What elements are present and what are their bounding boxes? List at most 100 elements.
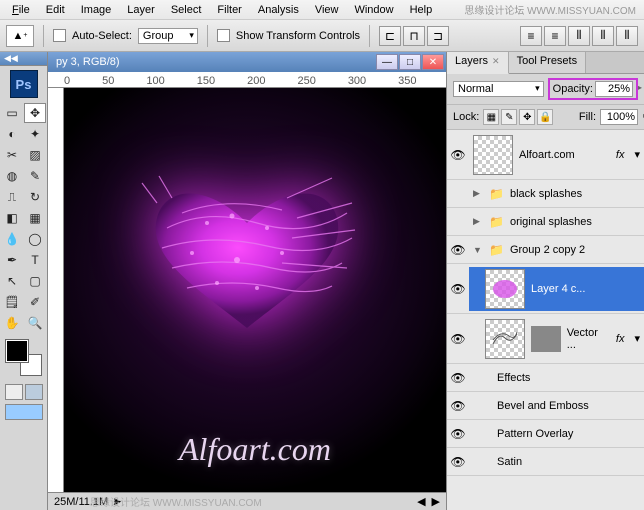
visibility-icon[interactable]: 👁: [447, 399, 469, 413]
effect-row[interactable]: 👁 Bevel and Emboss: [447, 392, 644, 420]
expand-icon[interactable]: ▶: [473, 188, 483, 199]
chevron-down-icon[interactable]: ▾: [634, 332, 640, 345]
menu-edit[interactable]: Edit: [38, 2, 73, 18]
blur-tool[interactable]: 💧: [1, 229, 23, 249]
visibility-icon[interactable]: 👁: [447, 282, 469, 296]
chevron-down-icon[interactable]: ▾: [634, 148, 640, 161]
lasso-tool[interactable]: ◐: [1, 124, 23, 144]
toolbox-grab[interactable]: ◀◀: [0, 52, 47, 66]
color-swatches[interactable]: [6, 340, 42, 376]
layer-thumbnail[interactable]: [485, 269, 525, 309]
current-tool-indicator[interactable]: ▲+: [6, 25, 34, 47]
visibility-icon[interactable]: 👁: [447, 148, 469, 162]
standard-mode-icon[interactable]: [5, 384, 23, 400]
lock-position-icon[interactable]: ✥: [519, 109, 535, 125]
distribute-icon[interactable]: ≡: [520, 26, 542, 46]
auto-select-dropdown[interactable]: Group: [138, 28, 198, 44]
menu-view[interactable]: View: [307, 2, 347, 18]
menu-analysis[interactable]: Analysis: [250, 2, 307, 18]
marquee-tool[interactable]: ▭: [1, 103, 23, 123]
layer-row[interactable]: 👁 ▼ 📁 Group 2 copy 2: [447, 236, 644, 264]
hand-tool[interactable]: ✋: [1, 313, 23, 333]
layer-thumbnail[interactable]: [485, 319, 525, 359]
path-tool[interactable]: ↖: [1, 271, 23, 291]
layer-row[interactable]: 👁 Vector ... fx ▾: [447, 314, 644, 364]
show-transform-checkbox[interactable]: [217, 29, 230, 42]
layer-name[interactable]: Alfoart.com: [519, 149, 575, 161]
layer-name[interactable]: Layer 4 c...: [531, 283, 585, 295]
fill-field[interactable]: 100%: [600, 109, 638, 125]
gradient-tool[interactable]: ▦: [24, 208, 46, 228]
opacity-field[interactable]: 25%: [595, 81, 633, 97]
distribute-icon[interactable]: ⫴: [592, 26, 614, 46]
distribute-icon[interactable]: ≡: [544, 26, 566, 46]
visibility-icon[interactable]: 👁: [447, 332, 469, 346]
move-tool[interactable]: ✥: [24, 103, 46, 123]
pen-tool[interactable]: ✒: [1, 250, 23, 270]
fx-badge[interactable]: fx: [616, 333, 629, 345]
quickmask-mode-icon[interactable]: [25, 384, 43, 400]
layer-name[interactable]: original splashes: [510, 216, 592, 228]
menu-select[interactable]: Select: [163, 2, 210, 18]
layer-row[interactable]: ▶ 📁 black splashes: [447, 180, 644, 208]
close-tab-icon[interactable]: ✕: [492, 56, 500, 66]
scroll-right-icon[interactable]: ▶: [432, 495, 440, 508]
layer-row[interactable]: 👁 Alfoart.com fx ▾: [447, 130, 644, 180]
layer-thumbnail[interactable]: [473, 135, 513, 175]
notes-tool[interactable]: 🗒: [1, 292, 23, 312]
foreground-swatch[interactable]: [6, 340, 28, 362]
layer-row[interactable]: 👁 Layer 4 c...: [447, 264, 644, 314]
layer-name[interactable]: Group 2 copy 2: [510, 244, 585, 256]
menu-window[interactable]: Window: [346, 2, 401, 18]
canvas[interactable]: Alfoart.com: [64, 88, 446, 492]
lock-all-icon[interactable]: 🔒: [537, 109, 553, 125]
visibility-icon[interactable]: 👁: [447, 243, 469, 257]
minimize-button[interactable]: —: [376, 54, 398, 70]
crop-tool[interactable]: ✂: [1, 145, 23, 165]
slice-tool[interactable]: ▨: [24, 145, 46, 165]
wand-tool[interactable]: ✦: [24, 124, 46, 144]
align-icon[interactable]: ⊓: [403, 26, 425, 46]
close-button[interactable]: ✕: [422, 54, 444, 70]
dodge-tool[interactable]: ◯: [24, 229, 46, 249]
toolpresets-tab[interactable]: Tool Presets: [509, 52, 587, 73]
expand-icon[interactable]: ▼: [473, 245, 483, 255]
shape-tool[interactable]: ▢: [24, 271, 46, 291]
menu-file[interactable]: File: [4, 2, 38, 18]
scroll-left-icon[interactable]: ◀: [417, 495, 425, 508]
distribute-icon[interactable]: ⫴: [616, 26, 638, 46]
auto-select-checkbox[interactable]: [53, 29, 66, 42]
menu-help[interactable]: Help: [402, 2, 441, 18]
expand-icon[interactable]: ▶: [473, 216, 483, 227]
layer-name[interactable]: black splashes: [510, 188, 582, 200]
layer-name[interactable]: Vector ...: [567, 327, 610, 351]
effect-row[interactable]: 👁 Pattern Overlay: [447, 420, 644, 448]
layer-row[interactable]: ▶ 📁 original splashes: [447, 208, 644, 236]
type-tool[interactable]: T: [24, 250, 46, 270]
effect-row[interactable]: 👁 Effects: [447, 364, 644, 392]
visibility-icon[interactable]: 👁: [447, 427, 469, 441]
stamp-tool[interactable]: ⎍: [1, 187, 23, 207]
history-brush-tool[interactable]: ↻: [24, 187, 46, 207]
menu-layer[interactable]: Layer: [119, 2, 163, 18]
eraser-tool[interactable]: ◧: [1, 208, 23, 228]
menu-image[interactable]: Image: [73, 2, 120, 18]
layers-tab[interactable]: Layers✕: [447, 52, 509, 74]
heal-tool[interactable]: ◍: [1, 166, 23, 186]
effect-row[interactable]: 👁 Satin: [447, 448, 644, 476]
lock-pixels-icon[interactable]: ✎: [501, 109, 517, 125]
brush-tool[interactable]: ✎: [24, 166, 46, 186]
distribute-icon[interactable]: ⫴: [568, 26, 590, 46]
fx-badge[interactable]: fx: [616, 149, 629, 161]
align-icon[interactable]: ⊏: [379, 26, 401, 46]
zoom-tool[interactable]: 🔍: [24, 313, 46, 333]
visibility-icon[interactable]: 👁: [447, 371, 469, 385]
visibility-icon[interactable]: 👁: [447, 455, 469, 469]
mask-thumbnail[interactable]: [531, 326, 561, 352]
align-icon[interactable]: ⊐: [427, 26, 449, 46]
maximize-button[interactable]: □: [399, 54, 421, 70]
menu-filter[interactable]: Filter: [209, 2, 249, 18]
eyedropper-tool[interactable]: ✐: [24, 292, 46, 312]
screen-mode-icon[interactable]: [5, 404, 43, 420]
lock-transparency-icon[interactable]: ▦: [483, 109, 499, 125]
